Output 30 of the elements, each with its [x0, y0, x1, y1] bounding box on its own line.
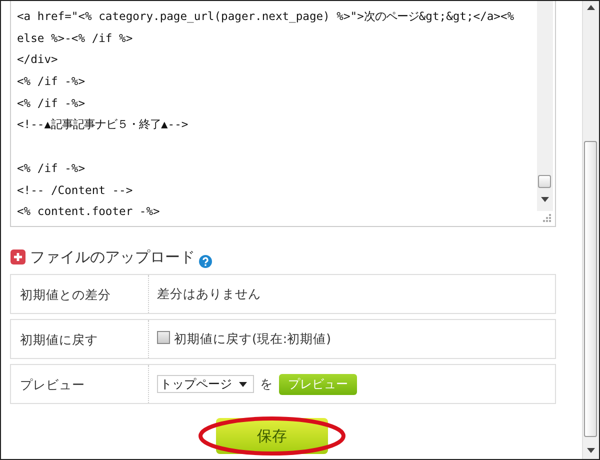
scroll-down-icon[interactable]	[541, 197, 549, 202]
page-scrollbar[interactable]	[582, 1, 599, 459]
dropdown-caret-icon	[239, 382, 247, 386]
page-select[interactable]: トップページ	[157, 375, 254, 393]
code-line: <% /if -%>	[17, 160, 86, 177]
checkbox[interactable]	[157, 331, 170, 344]
code-line: <a href="<% category.page_url(pager.next_page) %>">次のページ&gt;&gt;</a><%	[17, 9, 516, 25]
code-line: else %>-<% /if %>	[17, 30, 134, 47]
help-icon[interactable]	[199, 254, 212, 268]
scrollbar[interactable]	[537, 1, 553, 211]
code-editor[interactable]: <a href="<% category.page_url(pager.next_page) %>">次のページ&gt;&gt;</a><% else %>-<% /if %> </div> <% /if -%> <% /if -%> <!--▲記事記事ナビ５・終了▲--> <% /if -%> <!-- /Content --> <% content.footer -%>	[10, 1, 556, 227]
code-line: <% content.footer -%>	[17, 204, 161, 220]
scroll-down-icon[interactable]	[587, 448, 595, 453]
code-line: <!-- /Content -->	[17, 182, 134, 198]
expand-icon[interactable]	[10, 249, 26, 265]
scroll-thumb[interactable]	[538, 175, 551, 188]
scroll-thumb[interactable]	[584, 141, 597, 437]
diff-text: 差分はありません	[157, 286, 261, 302]
code-line: <!--▲記事記事ナビ５・終了▲-->	[17, 117, 190, 134]
scroll-up-icon[interactable]	[587, 5, 595, 10]
row-label: 初期値との差分	[20, 287, 111, 302]
code-line: <% /if -%>	[17, 74, 86, 90]
checkbox-label[interactable]: 初期値に戻す(現在:初期値)	[174, 330, 331, 348]
section-title[interactable]: ファイルのアップロード	[30, 248, 195, 266]
row-label: プレビュー	[20, 377, 85, 392]
row-label: 初期値に戻す	[20, 332, 98, 347]
resize-grip-icon[interactable]	[543, 214, 551, 222]
code-line: <% /if -%>	[17, 96, 86, 112]
code-line: </div>	[17, 52, 59, 68]
connector-text: を	[260, 376, 273, 392]
